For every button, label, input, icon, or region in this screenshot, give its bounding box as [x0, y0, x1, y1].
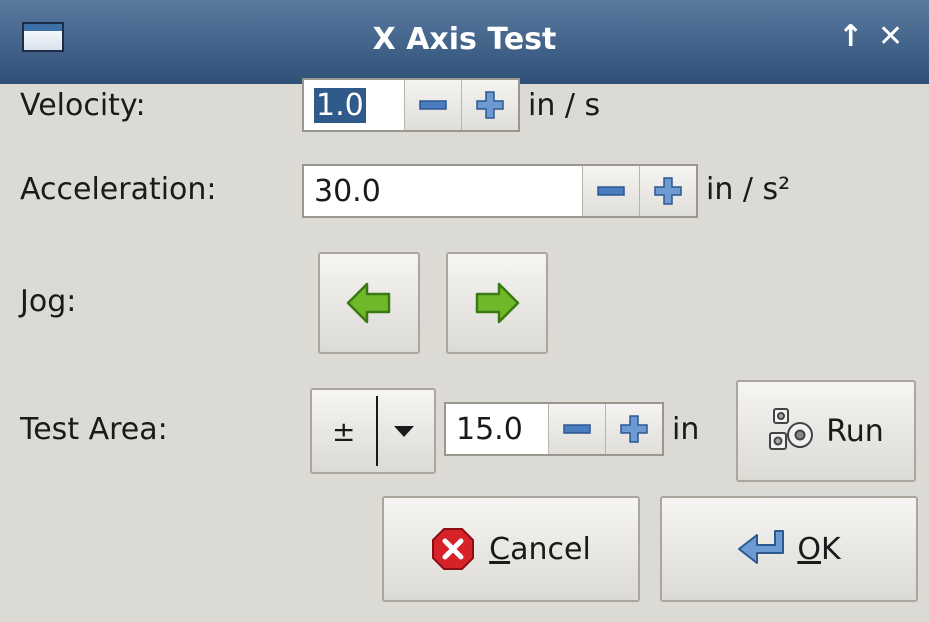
ok-mnemonic: O — [797, 531, 821, 567]
run-label: Run — [826, 413, 884, 449]
cancel-mnemonic: C — [489, 531, 511, 567]
velocity-spinbox[interactable]: 1.0 — [302, 78, 520, 132]
jog-left-button[interactable] — [318, 252, 420, 354]
velocity-increment-button[interactable] — [461, 80, 518, 130]
sign-value: ± — [332, 414, 356, 448]
stop-icon — [432, 528, 475, 570]
jog-right-button[interactable] — [446, 252, 548, 354]
maximize-icon[interactable]: ↑ — [838, 20, 863, 54]
arrow-right-icon — [475, 282, 520, 324]
test-area-decrement-button[interactable] — [548, 404, 605, 454]
acceleration-spinbox[interactable]: 30.0 — [302, 164, 698, 218]
window-title: X Axis Test — [372, 22, 557, 57]
acceleration-decrement-button[interactable] — [582, 166, 639, 216]
test-area-spinbox[interactable]: 15.0 — [444, 402, 664, 456]
minus-icon — [419, 100, 447, 110]
velocity-unit: in / s — [528, 88, 601, 123]
arrow-left-icon — [346, 282, 391, 324]
minus-icon — [597, 186, 625, 196]
acceleration-label: Acceleration: — [20, 172, 217, 207]
velocity-value: 1.0 — [314, 87, 366, 123]
combo-separator — [376, 396, 378, 466]
velocity-input[interactable]: 1.0 — [304, 80, 404, 130]
test-area-increment-button[interactable] — [605, 404, 662, 454]
velocity-decrement-button[interactable] — [404, 80, 461, 130]
enter-arrow-icon — [738, 530, 785, 564]
plus-icon — [620, 415, 648, 443]
title-bar[interactable]: X Axis Test ↑ ✕ — [0, 0, 929, 84]
test-area-unit: in — [672, 412, 700, 447]
jog-label: Jog: — [20, 284, 77, 319]
run-button[interactable]: Run — [736, 380, 916, 482]
velocity-label: Velocity: — [20, 88, 146, 123]
acceleration-increment-button[interactable] — [639, 166, 696, 216]
cancel-label: ancel — [510, 531, 591, 567]
acceleration-input[interactable]: 30.0 — [304, 166, 582, 216]
ok-button[interactable]: OK — [660, 496, 918, 602]
chevron-down-icon — [394, 426, 414, 437]
sign-combobox[interactable]: ± — [310, 388, 436, 474]
plus-icon — [476, 91, 504, 119]
close-icon[interactable]: ✕ — [878, 20, 903, 54]
gears-icon — [769, 408, 814, 450]
plus-icon — [654, 177, 682, 205]
minus-icon — [563, 424, 591, 434]
test-area-label: Test Area: — [20, 412, 168, 447]
acceleration-unit: in / s² — [706, 172, 791, 207]
ok-label: K — [820, 531, 841, 567]
test-area-input[interactable]: 15.0 — [446, 404, 548, 454]
cancel-button[interactable]: Cancel — [382, 496, 640, 602]
